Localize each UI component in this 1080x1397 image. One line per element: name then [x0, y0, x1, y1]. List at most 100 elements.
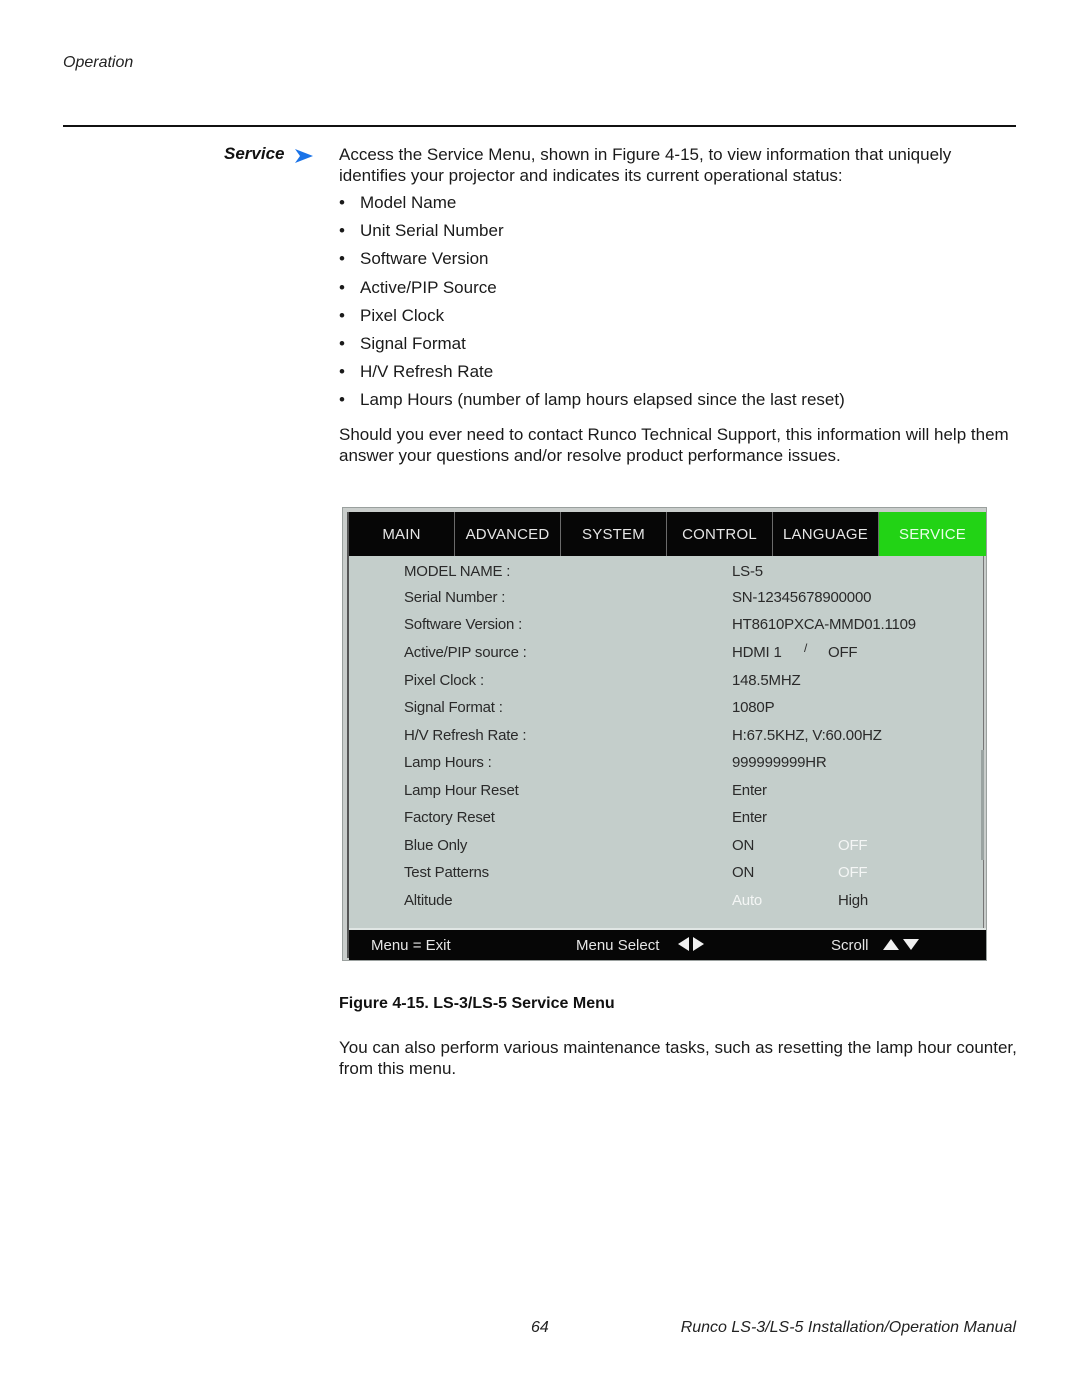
bullet-text: Lamp Hours (number of lamp hours elapsed… — [360, 390, 845, 410]
bullet-item: • Lamp Hours (number of lamp hours elapse… — [339, 389, 1019, 417]
bullet-item: • Active/PIP Source — [339, 277, 1019, 305]
row-value: HT8610PXCA-MMD01.1109 — [732, 616, 916, 633]
bullet-item: • Model Name — [339, 192, 1019, 220]
bullet-text: Pixel Clock — [360, 305, 445, 325]
manual-title: Runco LS-3/LS-5 Installation/Operation M… — [680, 1319, 1016, 1336]
row-label: Serial Number : — [404, 589, 506, 606]
bullet-glyph: • — [339, 221, 345, 241]
bullet-item: • Unit Serial Number — [339, 220, 1019, 248]
bullet-text: Signal Format — [360, 333, 466, 353]
altitude-auto-option[interactable]: Auto — [732, 892, 762, 909]
info-bullet-list: • Model Name • Unit Serial Number • Softwar… — [339, 192, 1019, 418]
menu-select-label: Menu Select — [576, 937, 660, 954]
row-software-version: Software Version : HT8610PXCA-MMD01.1109 — [349, 612, 986, 639]
row-blue-only[interactable]: Blue Only ON OFF — [349, 833, 986, 860]
row-value: 999999999HR — [732, 754, 827, 771]
row-serial-number: Serial Number : SN-12345678900000 — [349, 585, 986, 612]
maintenance-paragraph: You can also perform various maintenance… — [339, 1038, 1017, 1078]
test-patterns-off-option[interactable]: OFF — [838, 864, 868, 881]
row-lamp-hours: Lamp Hours : 999999999HR — [349, 750, 986, 777]
row-test-patterns[interactable]: Test Patterns ON OFF — [349, 860, 986, 887]
menu-select-hint: Menu Select — [576, 937, 704, 954]
bullet-glyph: • — [339, 390, 345, 410]
row-value: H:67.5KHZ, V:60.00HZ — [732, 727, 882, 744]
row-model-name: MODEL NAME : LS-5 — [349, 559, 986, 586]
figure-caption: Figure 4-15. LS-3/LS-5 Service Menu — [339, 995, 615, 1012]
scroll-label: Scroll — [831, 937, 869, 954]
row-value: SN-12345678900000 — [732, 589, 872, 606]
row-value: LS-5 — [732, 563, 763, 580]
osd-footer-bar: Menu = Exit Menu Select Scroll — [349, 928, 986, 960]
altitude-high-option[interactable]: High — [838, 892, 868, 909]
row-value: HDMI 1 — [732, 644, 782, 661]
bullet-text: Unit Serial Number — [360, 221, 504, 241]
row-lamp-hour-reset[interactable]: Lamp Hour Reset Enter — [349, 778, 986, 805]
blue-only-on-option[interactable]: ON — [732, 837, 754, 854]
bullet-glyph: • — [339, 305, 345, 325]
test-patterns-on-option[interactable]: ON — [732, 864, 754, 881]
row-value: 148.5MHZ — [732, 672, 801, 689]
menu-exit-hint: Menu = Exit — [371, 937, 451, 954]
tab-language[interactable]: LANGUAGE — [773, 512, 879, 556]
osd-tab-bar: MAIN ADVANCED SYSTEM CONTROL LANGUAGE SE… — [349, 512, 986, 556]
row-label: Lamp Hours : — [404, 754, 492, 771]
row-pixel-clock: Pixel Clock : 148.5MHZ — [349, 668, 986, 695]
section-side-head: Service — [224, 144, 313, 164]
tab-main[interactable]: MAIN — [349, 512, 455, 556]
row-label: MODEL NAME : — [404, 563, 511, 580]
bullet-text: Software Version — [360, 249, 489, 269]
arrow-right-icon — [294, 148, 313, 163]
page-number: 64 — [531, 1319, 549, 1336]
row-label: Altitude — [404, 892, 453, 909]
tab-service[interactable]: SERVICE — [879, 512, 986, 556]
row-separator: / — [804, 641, 808, 655]
header-rule — [63, 125, 1016, 127]
row-label: Blue Only — [404, 837, 468, 854]
bullet-item: • Signal Format — [339, 333, 1019, 361]
support-paragraph: Should you ever need to contact Runco Te… — [339, 425, 1009, 465]
service-info-rows: MODEL NAME : LS-5 Serial Number : SN-123… — [349, 556, 986, 926]
side-head-label: Service — [224, 144, 285, 163]
row-value-2: OFF — [828, 644, 858, 661]
running-head: Operation — [63, 54, 134, 71]
service-menu-figure: MAIN ADVANCED SYSTEM CONTROL LANGUAGE SE… — [342, 507, 987, 961]
bullet-item: • H/V Refresh Rate — [339, 361, 1019, 389]
bullet-text: Active/PIP Source — [360, 277, 497, 297]
lamp-hour-reset-enter[interactable]: Enter — [732, 782, 767, 799]
row-label: Pixel Clock : — [404, 672, 484, 689]
row-altitude[interactable]: Altitude Auto High — [349, 888, 986, 915]
row-label: Software Version : — [404, 616, 523, 633]
bullet-glyph: • — [339, 362, 345, 382]
row-label: Factory Reset — [404, 809, 495, 826]
arrow-down-icon — [902, 939, 919, 950]
row-label: H/V Refresh Rate : — [404, 727, 527, 744]
osd-panel: MAIN ADVANCED SYSTEM CONTROL LANGUAGE SE… — [347, 512, 986, 960]
bullet-text: Model Name — [360, 193, 457, 212]
bullet-glyph: • — [339, 277, 345, 297]
row-label: Test Patterns — [404, 864, 489, 881]
bullet-glyph: • — [339, 193, 345, 212]
row-label: Signal Format : — [404, 699, 503, 716]
factory-reset-enter[interactable]: Enter — [732, 809, 767, 826]
bullet-glyph: • — [339, 249, 345, 269]
tab-control[interactable]: CONTROL — [667, 512, 773, 556]
arrow-right-icon — [692, 937, 704, 951]
row-refresh-rate: H/V Refresh Rate : H:67.5KHZ, V:60.00HZ — [349, 723, 986, 750]
tab-system[interactable]: SYSTEM — [561, 512, 667, 556]
row-value: 1080P — [732, 699, 775, 716]
bullet-item: • Pixel Clock — [339, 305, 1019, 333]
blue-only-off-option[interactable]: OFF — [838, 837, 868, 854]
bullet-text: H/V Refresh Rate — [360, 362, 494, 382]
row-active-pip-source: Active/PIP source : HDMI 1 / OFF — [349, 640, 986, 667]
arrow-up-icon — [882, 939, 899, 950]
scroll-hint: Scroll — [831, 937, 919, 954]
bullet-item: • Software Version — [339, 248, 1019, 276]
bullet-glyph: • — [339, 333, 345, 353]
row-signal-format: Signal Format : 1080P — [349, 695, 986, 722]
arrow-left-icon — [677, 937, 689, 951]
row-factory-reset[interactable]: Factory Reset Enter — [349, 805, 986, 832]
row-label: Active/PIP source : — [404, 644, 527, 661]
menu-scrollbar[interactable] — [981, 750, 984, 860]
row-label: Lamp Hour Reset — [404, 782, 519, 799]
tab-advanced[interactable]: ADVANCED — [455, 512, 561, 556]
